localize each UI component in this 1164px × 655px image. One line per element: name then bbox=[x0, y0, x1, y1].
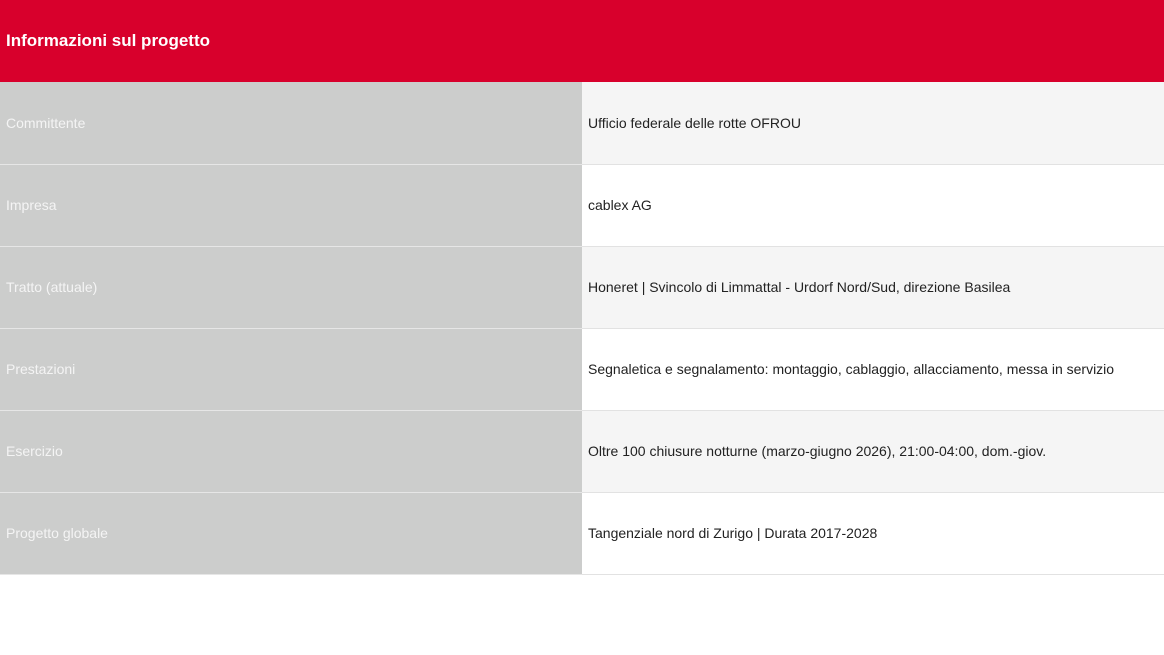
row-value-tratto: Honeret | Svincolo di Limmattal - Urdorf… bbox=[582, 246, 1164, 329]
row-label-tratto: Tratto (attuale) bbox=[0, 246, 582, 329]
page: Informazioni sul progetto Committente Uf… bbox=[0, 0, 1164, 655]
table-row: Progetto globale Tangenziale nord di Zur… bbox=[0, 492, 1164, 575]
row-value-committente: Ufficio federale delle rotte OFROU bbox=[582, 82, 1164, 165]
row-value-progetto-globale: Tangenziale nord di Zurigo | Durata 2017… bbox=[582, 492, 1164, 575]
row-label-prestazioni: Prestazioni bbox=[0, 328, 582, 411]
row-value-impresa: cablex AG bbox=[582, 164, 1164, 247]
table-row: Impresa cablex AG bbox=[0, 164, 1164, 247]
row-label-impresa: Impresa bbox=[0, 164, 582, 247]
table-row: Esercizio Oltre 100 chiusure notturne (m… bbox=[0, 410, 1164, 493]
table-row: Prestazioni Segnaletica e segnalamento: … bbox=[0, 328, 1164, 411]
table-row: Committente Ufficio federale delle rotte… bbox=[0, 82, 1164, 165]
table-row: Tratto (attuale) Honeret | Svincolo di L… bbox=[0, 246, 1164, 329]
row-value-prestazioni: Segnaletica e segnalamento: montaggio, c… bbox=[582, 328, 1164, 411]
row-value-esercizio: Oltre 100 chiusure notturne (marzo-giugn… bbox=[582, 410, 1164, 493]
project-info-table: Informazioni sul progetto Committente Uf… bbox=[0, 0, 1164, 575]
table-title: Informazioni sul progetto bbox=[0, 0, 1164, 82]
table-header-row: Informazioni sul progetto bbox=[0, 0, 1164, 82]
row-label-committente: Committente bbox=[0, 82, 582, 165]
row-label-progetto-globale: Progetto globale bbox=[0, 492, 582, 575]
row-label-esercizio: Esercizio bbox=[0, 410, 582, 493]
